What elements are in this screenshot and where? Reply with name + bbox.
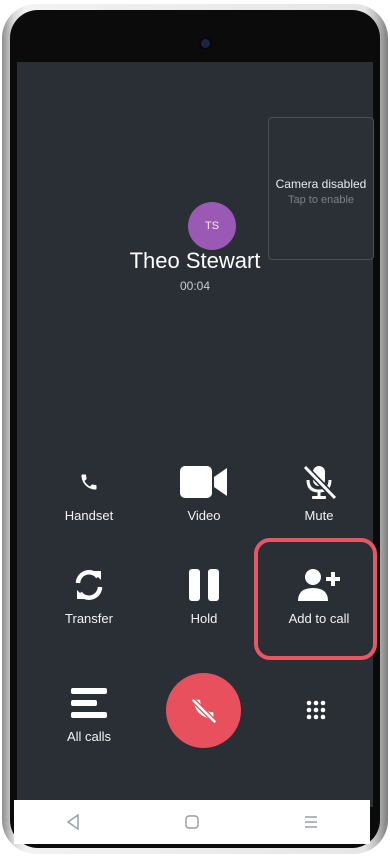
end-call-icon [189,696,219,726]
microphone-off-icon [299,462,339,502]
hold-button[interactable]: Hold [154,565,254,645]
avatar: TS [188,202,236,250]
transfer-icon [72,565,106,605]
video-camera-icon [180,462,228,502]
end-call-button[interactable] [166,673,241,748]
camera-preview[interactable]: Camera disabled Tap to enable [268,117,374,260]
keypad-icon [306,690,326,730]
pause-icon [188,565,220,605]
all-calls-button[interactable]: All calls [39,683,139,763]
navigation-bar [14,800,370,844]
call-duration: 00:04 [179,279,211,293]
transfer-label: Transfer [65,611,113,626]
keypad-button[interactable] [266,690,366,734]
list-icon [71,683,107,723]
camera-disabled-label: Camera disabled [275,177,367,191]
front-camera [201,39,210,48]
all-calls-label: All calls [66,729,112,744]
home-icon[interactable] [172,807,212,837]
video-label: Video [187,508,221,523]
handset-label: Handset [64,508,114,523]
handset-icon [79,462,99,502]
hold-label: Hold [190,611,218,626]
handset-button[interactable]: Handset [39,462,139,542]
tap-to-enable-label: Tap to enable [287,194,355,206]
video-button[interactable]: Video [154,462,254,542]
recents-icon[interactable] [291,807,331,837]
mute-button[interactable]: Mute [269,462,369,542]
mute-label: Mute [304,508,334,523]
back-icon[interactable] [53,807,93,837]
transfer-button[interactable]: Transfer [39,565,139,645]
add-to-call-highlight [254,538,377,660]
caller-name: Theo Stewart [129,248,261,273]
